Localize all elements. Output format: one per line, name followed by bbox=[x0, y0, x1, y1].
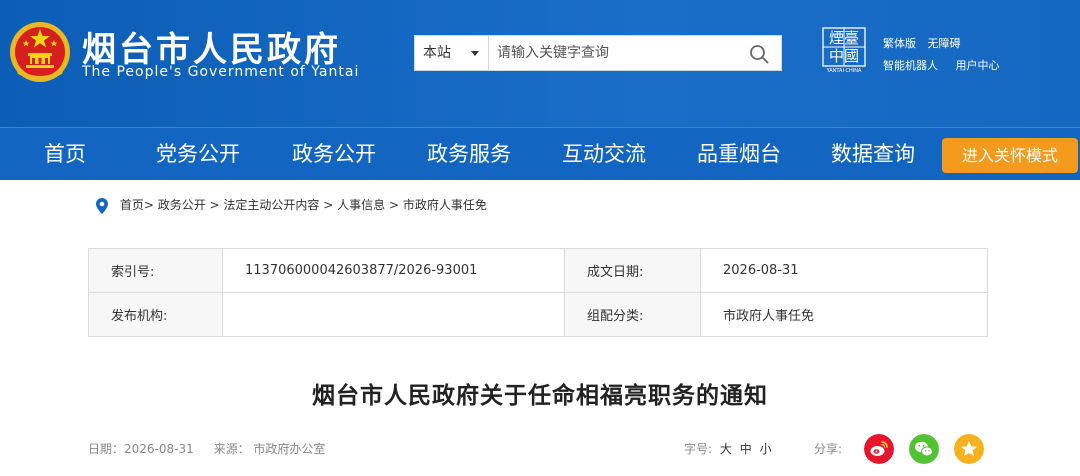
breadcrumb-separator: > bbox=[319, 198, 338, 212]
article-meta: 日期：2026-08-31 来源： 市政府办公室 bbox=[88, 440, 341, 457]
article-date: 日期：2026-08-31 bbox=[88, 442, 194, 456]
font-size-medium[interactable]: 中 bbox=[740, 442, 752, 456]
breadcrumb-appointments[interactable]: 市政府人事任免 bbox=[403, 198, 487, 212]
search-scope-label: 本站 bbox=[423, 45, 451, 61]
search-icon[interactable] bbox=[749, 44, 769, 64]
article-title: 烟台市人民政府关于任命相福亮职务的通知 bbox=[312, 383, 768, 409]
font-size-control: 字号: 大 中 小 bbox=[684, 440, 772, 457]
breadcrumb-separator: > bbox=[385, 198, 403, 212]
table-row: 发布机构: 组配分类: 市政府人事任免 bbox=[88, 292, 988, 337]
breadcrumb-personnel-info[interactable]: 人事信息 bbox=[337, 198, 385, 212]
font-size-small[interactable]: 小 bbox=[760, 442, 772, 456]
yantai-china-logo-text: 煙臺中國 bbox=[828, 29, 859, 65]
breadcrumb-separator: > bbox=[143, 198, 158, 212]
breadcrumb-separator: > bbox=[205, 198, 224, 212]
category-label: 组配分类: bbox=[564, 292, 701, 337]
breadcrumb-statutory-disclosure[interactable]: 法定主动公开内容 bbox=[223, 198, 319, 212]
nav-item-interaction[interactable]: 互动交流 bbox=[562, 128, 646, 181]
user-center-link[interactable]: 用户中心 bbox=[956, 59, 1000, 72]
publisher-value bbox=[222, 292, 565, 337]
index-number-label: 索引号: bbox=[88, 248, 223, 293]
accessibility-link[interactable]: 无障碍 bbox=[928, 37, 961, 50]
site-header: 烟台市人民政府 The People's Government of Yanta… bbox=[0, 0, 1080, 127]
weibo-share-icon[interactable] bbox=[864, 434, 894, 464]
font-size-large[interactable]: 大 bbox=[720, 442, 732, 456]
caret-down-icon bbox=[471, 51, 479, 56]
nav-item-data-query[interactable]: 数据查询 bbox=[831, 128, 915, 181]
breadcrumb-home[interactable]: 首页 bbox=[120, 198, 144, 212]
search-bar: 本站 bbox=[414, 35, 782, 71]
favorite-star-icon[interactable] bbox=[954, 434, 984, 464]
smart-robot-link[interactable]: 智能机器人 bbox=[883, 59, 938, 72]
document-info-table: 索引号: 113706000042603877/2026-93001 成文日期:… bbox=[88, 248, 988, 337]
top-links: 繁体版 无障碍 智能机器人 用户中心 bbox=[883, 33, 1014, 77]
national-emblem-icon bbox=[10, 22, 70, 82]
font-size-label: 字号: bbox=[684, 442, 713, 456]
nav-item-home[interactable]: 首页 bbox=[44, 128, 86, 181]
breadcrumb: 首页> 政务公开 > 法定主动公开内容 > 人事信息 > 市政府人事任免 bbox=[96, 196, 487, 214]
search-input[interactable] bbox=[497, 36, 737, 70]
care-mode-button[interactable]: 进入关怀模式 bbox=[942, 138, 1078, 173]
publisher-label: 发布机构: bbox=[88, 292, 223, 337]
location-pin-icon bbox=[96, 197, 108, 214]
site-name-en: The People's Government of Yantai bbox=[82, 64, 360, 80]
main-nav: 首页 党务公开 政务公开 政务服务 互动交流 品重烟台 数据查询 进入关怀模式 bbox=[0, 127, 1080, 180]
nav-item-pinzhong-yantai[interactable]: 品重烟台 bbox=[697, 128, 781, 181]
category-value: 市政府人事任免 bbox=[700, 292, 988, 337]
nav-item-government-services[interactable]: 政务服务 bbox=[427, 128, 511, 181]
wechat-share-icon[interactable] bbox=[909, 434, 939, 464]
nav-item-government-affairs[interactable]: 政务公开 bbox=[292, 128, 376, 181]
index-number-value: 113706000042603877/2026-93001 bbox=[222, 248, 565, 293]
nav-item-party-affairs[interactable]: 党务公开 bbox=[156, 128, 240, 181]
breadcrumb-government-affairs[interactable]: 政务公开 bbox=[158, 198, 206, 212]
share-label: 分享: bbox=[814, 442, 843, 456]
traditional-chinese-link[interactable]: 繁体版 bbox=[883, 37, 916, 50]
written-date-value: 2026-08-31 bbox=[700, 248, 988, 293]
article-source: 来源： 市政府办公室 bbox=[213, 442, 326, 456]
yantai-china-logo-caption: YANTAI·CHINA bbox=[826, 68, 862, 74]
search-scope-select[interactable]: 本站 bbox=[415, 36, 489, 70]
table-row: 索引号: 113706000042603877/2026-93001 成文日期:… bbox=[88, 248, 988, 293]
written-date-label: 成文日期: bbox=[564, 248, 701, 293]
